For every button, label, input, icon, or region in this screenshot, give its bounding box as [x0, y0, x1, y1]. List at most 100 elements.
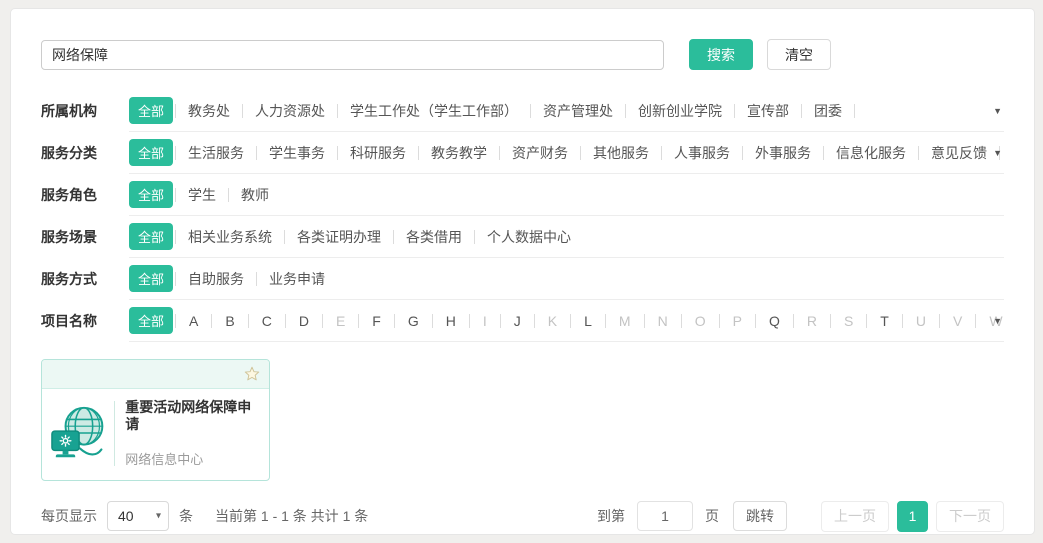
per-page-select[interactable]: 40	[107, 501, 169, 531]
pagination-right: 到第 页 跳转 上一页 1 下一页	[597, 501, 1004, 532]
result-card[interactable]: 重要活动网络保障申请 网络信息中心	[41, 359, 270, 481]
filter-item[interactable]: G	[395, 313, 432, 329]
filter-item[interactable]: 资产管理处	[531, 101, 625, 121]
filter-item: R	[794, 313, 830, 329]
current-page-button[interactable]: 1	[897, 501, 928, 532]
filter-item[interactable]: 生活服务	[176, 143, 256, 163]
filter-item[interactable]: D	[286, 313, 322, 329]
filter-items-org: 全部教务处人力资源处学生工作处（学生工作部）资产管理处创新创业学院宣传部团委 ▼	[129, 90, 1004, 132]
network-service-icon	[50, 403, 106, 463]
filter-item[interactable]: B	[212, 313, 247, 329]
filter-items-role: 全部学生教师	[129, 174, 1004, 216]
filter-item[interactable]: A	[176, 313, 211, 329]
filter-item[interactable]: 团委	[802, 101, 854, 121]
filter-all-badge[interactable]: 全部	[129, 139, 173, 166]
main-panel: 搜索 清空 所属机构全部教务处人力资源处学生工作处（学生工作部）资产管理处创新创…	[10, 8, 1035, 535]
goto-page-input[interactable]	[637, 501, 693, 531]
filter-item[interactable]: 教务处	[176, 101, 242, 121]
favorite-star-icon[interactable]	[243, 365, 261, 383]
filter-item[interactable]: 学生事务	[257, 143, 337, 163]
next-page-button[interactable]: 下一页	[936, 501, 1004, 532]
filter-item[interactable]: 个人数据中心	[475, 227, 583, 247]
filter-item: I	[470, 313, 500, 329]
filter-items-name: 全部ABCDEFGHIJKLMNOPQRSTUVWX▼	[129, 300, 1004, 342]
filter-item[interactable]: 资产财务	[500, 143, 580, 163]
clear-button[interactable]: 清空	[767, 39, 831, 70]
filter-item[interactable]: L	[571, 313, 605, 329]
filter-all-badge[interactable]: 全部	[129, 181, 173, 208]
expand-arrow-icon[interactable]: ▼	[993, 106, 1002, 116]
filter-row-method: 服务方式全部自助服务业务申请	[41, 258, 1004, 300]
filter-rows: 所属机构全部教务处人力资源处学生工作处（学生工作部）资产管理处创新创业学院宣传部…	[41, 90, 1004, 342]
filter-row-scene: 服务场景全部相关业务系统各类证明办理各类借用个人数据中心	[41, 216, 1004, 258]
filter-item[interactable]: 教师	[229, 185, 281, 205]
filter-item[interactable]: 教务教学	[419, 143, 499, 163]
filter-item[interactable]: 人力资源处	[243, 101, 337, 121]
pagination-left: 每页显示 40 ▾ 条 当前第 1 - 1 条 共计 1 条	[41, 501, 368, 531]
filter-item[interactable]: 信息化服务	[824, 143, 918, 163]
filter-all-badge[interactable]: 全部	[129, 307, 173, 334]
filter-item[interactable]: 各类借用	[394, 227, 474, 247]
filter-all-badge[interactable]: 全部	[129, 265, 173, 292]
per-page-label: 每页显示	[41, 506, 97, 526]
filter-item: O	[682, 313, 719, 329]
filter-item[interactable]: 学生	[176, 185, 228, 205]
filter-label-scene: 服务场景	[41, 216, 129, 258]
prev-page-button[interactable]: 上一页	[821, 501, 889, 532]
filter-items-method: 全部自助服务业务申请	[129, 258, 1004, 300]
filter-item[interactable]: 相关业务系统	[176, 227, 284, 247]
filter-item: P	[720, 313, 755, 329]
filter-item[interactable]: T	[867, 313, 902, 329]
filter-item[interactable]: 创新创业学院	[626, 101, 734, 121]
filter-label-role: 服务角色	[41, 174, 129, 216]
result-summary: 当前第 1 - 1 条 共计 1 条	[215, 506, 368, 526]
expand-arrow-icon[interactable]: ▼	[993, 316, 1002, 326]
page-buttons: 上一页 1 下一页	[813, 501, 1004, 532]
filter-items-category: 全部生活服务学生事务科研服务教务教学资产财务其他服务人事服务外事服务信息化服务意…	[129, 132, 1004, 174]
goto-suffix-label: 页	[705, 506, 719, 526]
jump-button[interactable]: 跳转	[733, 501, 787, 531]
filter-label-method: 服务方式	[41, 258, 129, 300]
filter-item[interactable]: H	[433, 313, 469, 329]
filter-item: U	[903, 313, 939, 329]
filter-label-org: 所属机构	[41, 90, 129, 132]
filter-item[interactable]: 科研服务	[338, 143, 418, 163]
pagination-bar: 每页显示 40 ▾ 条 当前第 1 - 1 条 共计 1 条 到第 页 跳转 上…	[41, 501, 1004, 532]
filter-item[interactable]: 其他服务	[581, 143, 661, 163]
filter-item[interactable]: J	[501, 313, 534, 329]
filter-items-scene: 全部相关业务系统各类证明办理各类借用个人数据中心	[129, 216, 1004, 258]
search-row: 搜索 清空	[41, 39, 1004, 70]
item-divider	[854, 104, 855, 118]
filter-item[interactable]: 外事服务	[743, 143, 823, 163]
search-input[interactable]	[41, 40, 664, 70]
filter-item[interactable]: 宣传部	[735, 101, 801, 121]
service-title[interactable]: 重要活动网络保障申请	[125, 399, 261, 433]
search-button[interactable]: 搜索	[689, 39, 753, 70]
filter-item[interactable]: 人事服务	[662, 143, 742, 163]
goto-prefix-label: 到第	[597, 506, 625, 526]
filter-row-role: 服务角色全部学生教师	[41, 174, 1004, 216]
result-card-body: 重要活动网络保障申请 网络信息中心	[42, 389, 269, 480]
filter-item[interactable]: 学生工作处（学生工作部）	[338, 101, 530, 121]
card-divider	[114, 401, 115, 466]
filter-row-category: 服务分类全部生活服务学生事务科研服务教务教学资产财务其他服务人事服务外事服务信息…	[41, 132, 1004, 174]
filter-row-org: 所属机构全部教务处人力资源处学生工作处（学生工作部）资产管理处创新创业学院宣传部…	[41, 90, 1004, 132]
filter-item[interactable]: 业务申请	[257, 269, 337, 289]
result-card-header	[42, 360, 269, 389]
service-department: 网络信息中心	[125, 449, 261, 468]
filter-item[interactable]: Q	[756, 313, 793, 329]
filter-all-badge[interactable]: 全部	[129, 223, 173, 250]
filter-item[interactable]: 自助服务	[176, 269, 256, 289]
filter-item[interactable]: 各类证明办理	[285, 227, 393, 247]
card-text: 重要活动网络保障申请 网络信息中心	[125, 399, 261, 468]
filter-item[interactable]: F	[359, 313, 394, 329]
filter-item: M	[606, 313, 644, 329]
expand-arrow-icon[interactable]: ▼	[993, 148, 1002, 158]
per-page-unit: 条	[179, 506, 193, 526]
filter-label-name: 项目名称	[41, 300, 129, 342]
filter-item: S	[831, 313, 866, 329]
filter-all-badge[interactable]: 全部	[129, 97, 173, 124]
filter-item[interactable]: C	[249, 313, 285, 329]
filter-item[interactable]: 意见反馈	[919, 143, 999, 163]
filter-row-name: 项目名称全部ABCDEFGHIJKLMNOPQRSTUVWX▼	[41, 300, 1004, 342]
